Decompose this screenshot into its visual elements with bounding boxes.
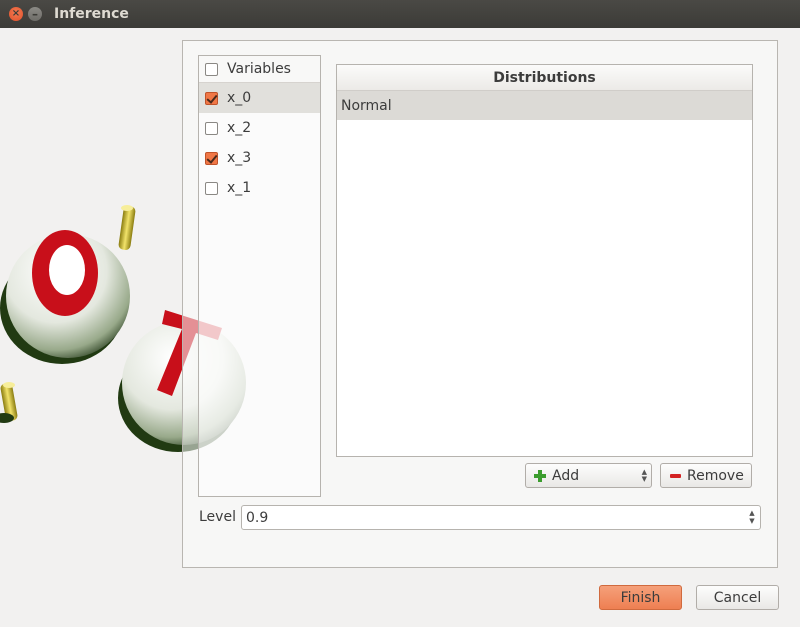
variables-header[interactable]: Variables	[199, 56, 320, 83]
minimize-icon[interactable]: –	[28, 7, 42, 21]
variable-label: x_0	[227, 90, 252, 106]
close-icon[interactable]: ×	[9, 7, 23, 21]
variable-label: x_3	[227, 150, 252, 166]
plus-icon	[534, 469, 546, 482]
level-label: Level	[199, 509, 236, 525]
add-button-label: Add	[552, 467, 580, 484]
distributions-column-header[interactable]: Distributions	[337, 65, 752, 91]
remove-button-label: Remove	[687, 467, 744, 484]
cancel-button[interactable]: Cancel	[696, 585, 779, 610]
variable-checkbox[interactable]	[205, 151, 218, 165]
variable-checkbox[interactable]	[205, 181, 218, 195]
distribution-row[interactable]: Normal	[337, 91, 752, 120]
dropdown-arrows-icon: ▲ ▼	[641, 468, 647, 483]
variable-item-x2[interactable]: x_2	[199, 113, 320, 143]
variables-list: Variables x_0 x_2 x_3 x_1	[198, 55, 321, 497]
window-title: Inference	[54, 6, 129, 22]
variable-item-x3[interactable]: x_3	[199, 143, 320, 173]
spin-arrows-icon[interactable]: ▲ ▼	[747, 509, 757, 526]
variable-item-x1[interactable]: x_1	[199, 173, 320, 203]
variable-item-x0[interactable]: x_0	[199, 83, 320, 113]
title-bar: × – Inference	[0, 0, 800, 28]
level-input[interactable]	[246, 509, 726, 527]
distributions-table: Distributions Normal	[336, 64, 753, 457]
finish-button[interactable]: Finish	[599, 585, 682, 610]
variable-label: x_2	[227, 120, 252, 136]
minus-icon	[670, 473, 681, 478]
variables-header-label: Variables	[227, 61, 291, 77]
variable-checkbox[interactable]	[205, 121, 218, 135]
variable-checkbox[interactable]	[205, 91, 218, 105]
select-all-checkbox[interactable]	[205, 62, 218, 76]
level-spinbox[interactable]: ▲▼	[241, 505, 761, 530]
add-distribution-button[interactable]: Add ▲ ▼	[525, 463, 652, 488]
variable-label: x_1	[227, 180, 252, 196]
remove-distribution-button[interactable]: Remove	[660, 463, 752, 488]
